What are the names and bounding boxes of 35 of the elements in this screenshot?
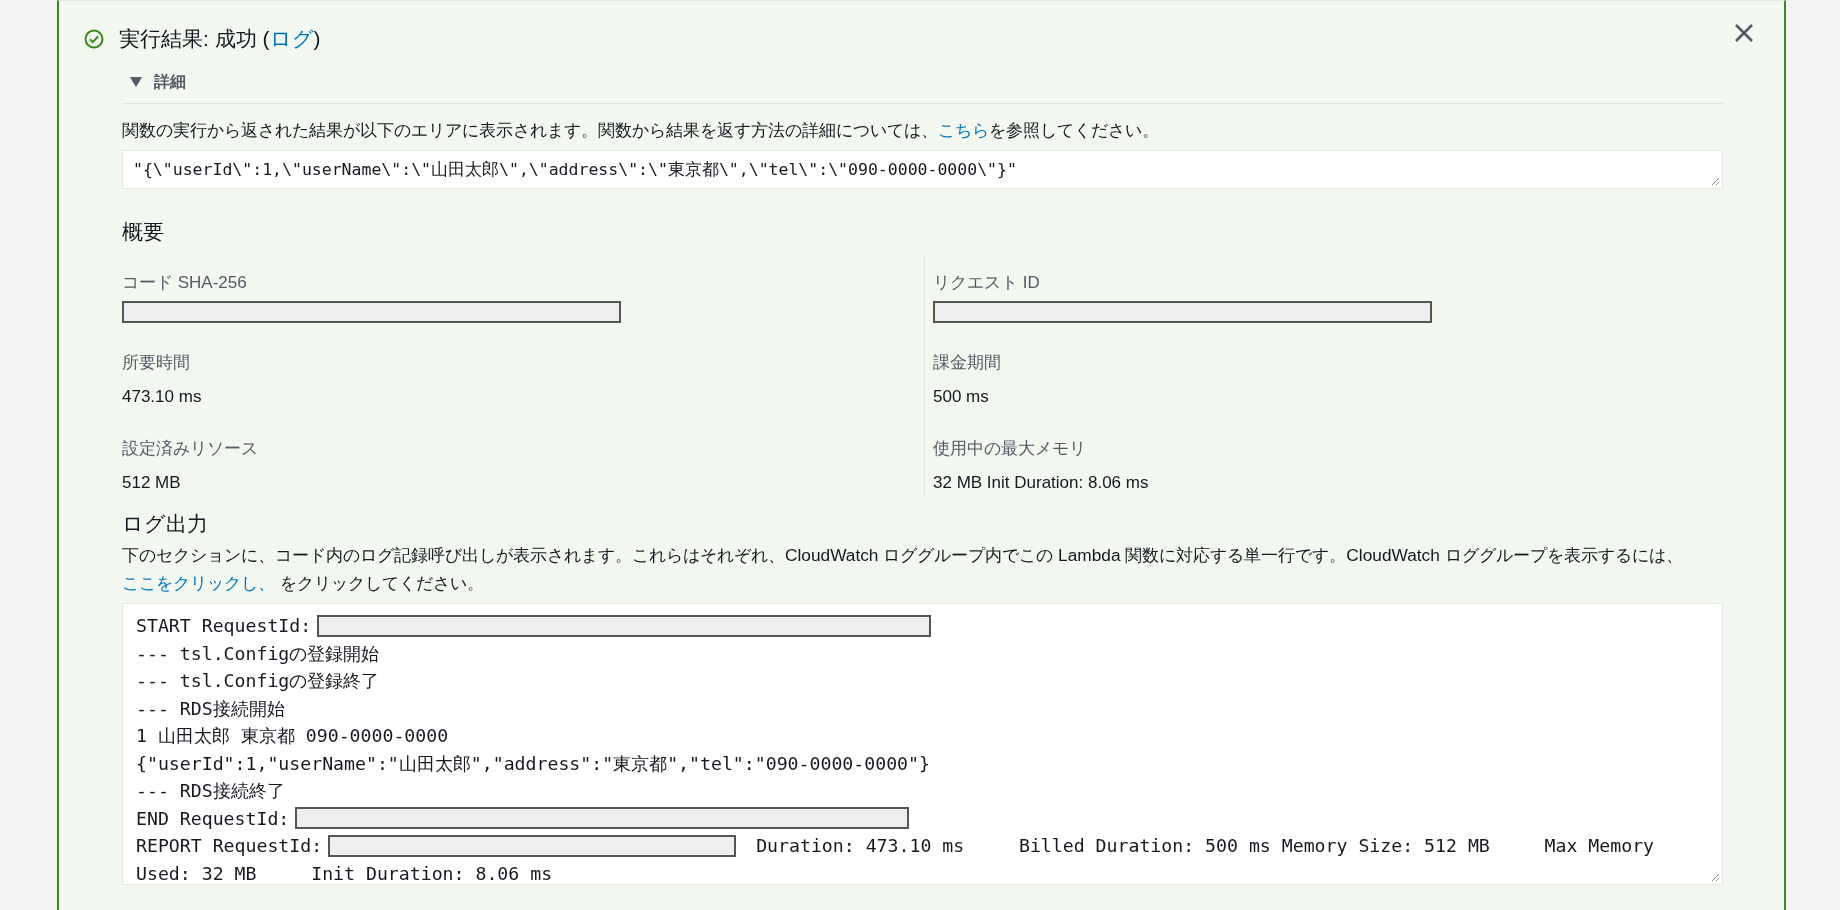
- output-field[interactable]: "{\"userId\":1,\"userName\":\"山田太郎\",\"address\":\"東京都\",\"tel\":\"090-0000-0000\"}": [122, 150, 1723, 189]
- details-toggle[interactable]: 詳細: [154, 71, 186, 93]
- log-line: Duration: 473.10 ms Billed Duration: 500 ms Memory Size: 512 MB Max Memory: [756, 834, 1655, 858]
- field-value: 500 ms: [933, 386, 990, 408]
- log-line: END RequestId:: [136, 806, 290, 831]
- log-line: {"userId":1,"userName":"山田太郎","address":"東京都","tel":"090-0000-0000"}: [136, 751, 930, 776]
- log-line: 1 山田太郎 東京都 090-0000-0000: [136, 724, 449, 748]
- result-title: 実行結果: 成功 (ログ): [119, 26, 321, 52]
- log-output-field[interactable]: [122, 603, 1723, 885]
- summary-heading: 概要: [122, 219, 165, 245]
- resize-grip-icon[interactable]: [1711, 873, 1720, 882]
- resize-grip-icon[interactable]: [1711, 177, 1720, 186]
- log-line: --- RDS接続終了: [136, 779, 285, 803]
- field-label: 所要時間: [122, 352, 191, 374]
- log-line: REPORT RequestId:: [136, 834, 323, 858]
- field-value: 32 MB Init Duration: 8.06 ms: [933, 472, 1150, 494]
- description-text: 関数の実行から返された結果が以下のエリアに表示されます。関数から結果を返す方法の詳細については、こちら を参照してください。: [122, 119, 1160, 142]
- log-heading: ログ出力: [122, 511, 209, 537]
- log-line: Used: 32 MB Init Duration: 8.06 ms: [136, 861, 553, 886]
- field-label: 使用中の最大メモリ: [933, 438, 1087, 460]
- log-line: START RequestId:: [136, 614, 312, 638]
- log-line: --- RDS接続開始: [136, 696, 285, 721]
- log-group-link[interactable]: ここをクリックし、: [122, 573, 275, 593]
- field-label: コード SHA-256: [122, 272, 248, 294]
- field-label: リクエスト ID: [933, 272, 1041, 294]
- field-value: 512 MB: [122, 472, 182, 494]
- log-description: 下のセクションに、コード内のログ記録呼び出しが表示されます。これらはそれぞれ、CloudWatch ロググループ内でこの Lambda 関数に対応する単一行です。CloudWatch ロググループを表示するには、 ここをクリックし、 をクリックしてください。: [122, 544, 1684, 595]
- log-line: --- tsl.Configの登録終了: [136, 669, 380, 693]
- log-line: --- tsl.Configの登録開始: [136, 641, 380, 666]
- caret-icon[interactable]: [130, 77, 142, 87]
- field-label: 課金期間: [933, 352, 1002, 374]
- log-link[interactable]: ログ: [269, 27, 314, 50]
- help-link[interactable]: こちら: [938, 120, 989, 140]
- field-label: 設定済みリソース: [122, 438, 259, 460]
- field-value: 473.10 ms: [122, 386, 203, 408]
